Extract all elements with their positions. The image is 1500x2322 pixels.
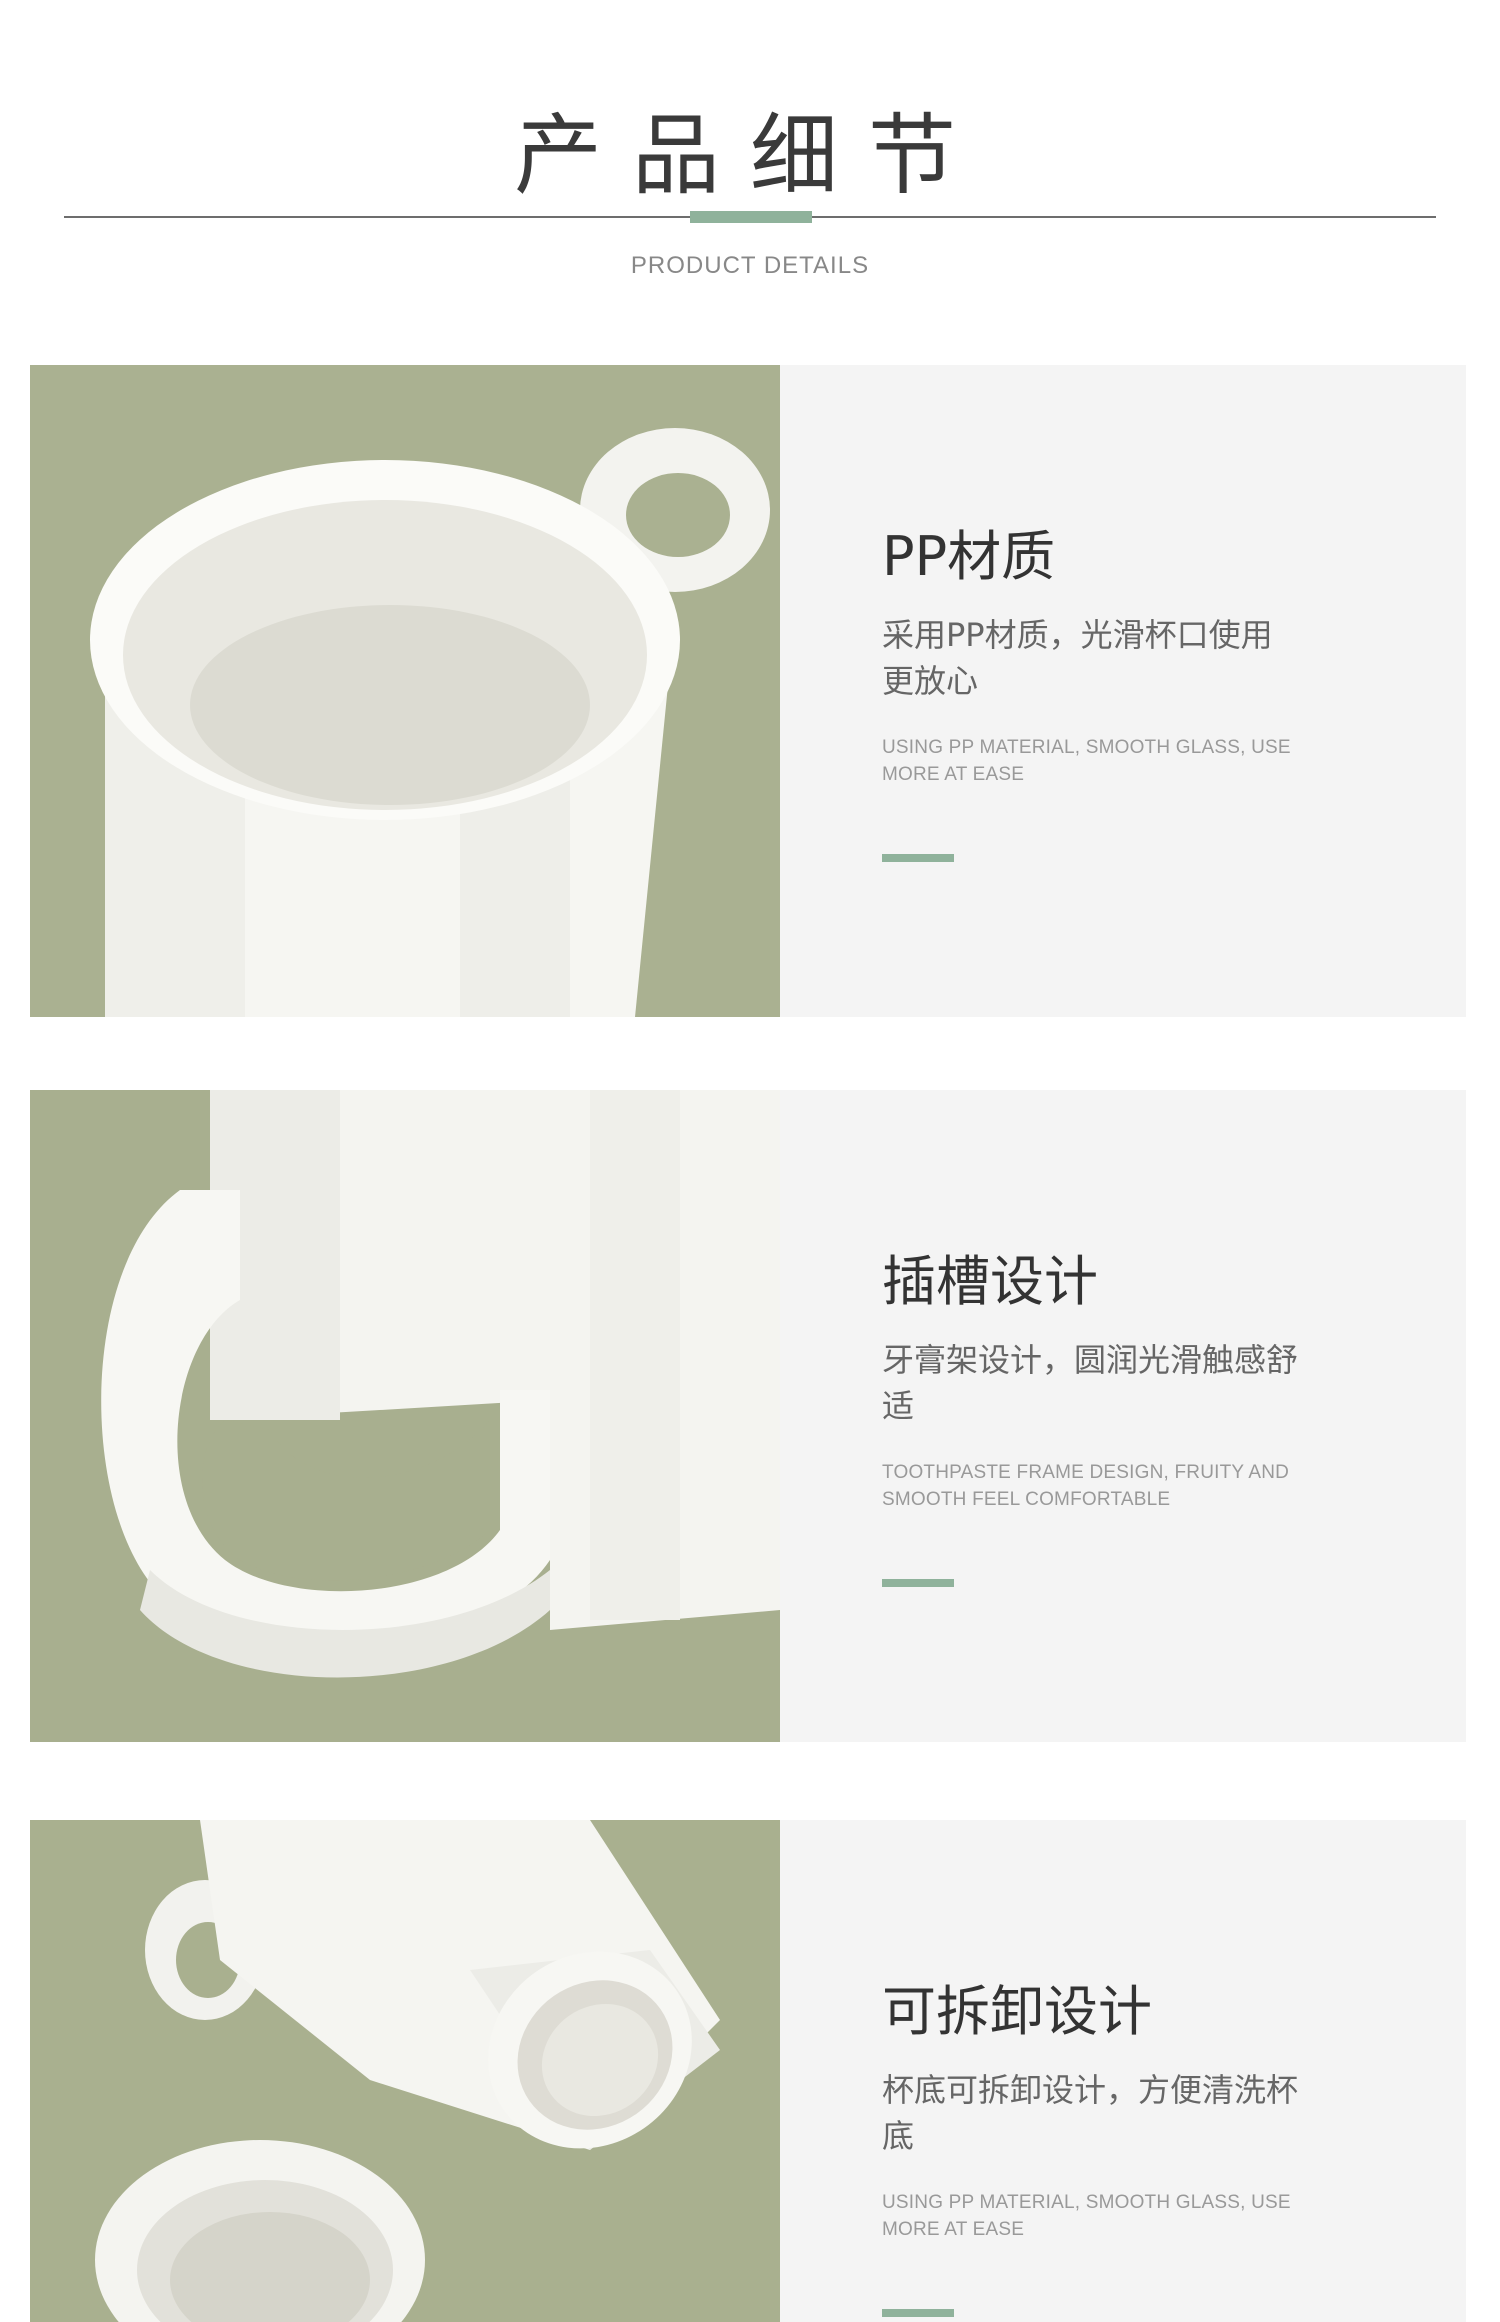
feature-card-pp-material: PP材质 采用PP材质，光滑杯口使用更放心 USING PP MATERIAL,… [30,365,1466,1017]
feature-text: 插槽设计 牙膏架设计，圆润光滑触感舒适 TOOTHPASTE FRAME DES… [882,1255,1302,1587]
feature-description: 杯底可拆卸设计，方便清洗杯底 [882,2071,1299,2155]
feature-description-en: USING PP MATERIAL, SMOOTH GLASS, USE MOR… [882,2192,1291,2240]
feature-text: 可拆卸设计 杯底可拆卸设计，方便清洗杯底 USING PP MATERIAL, … [882,1985,1302,2317]
feature-accent-bar [882,854,954,862]
header-accent-bar [690,211,812,223]
feature-title: PP材质 [882,525,1056,588]
page-title: 产品细节 [513,104,986,207]
feature-description: 采用PP材质，光滑杯口使用更放心 [882,616,1273,700]
feature-accent-bar [882,1579,954,1587]
page-subtitle: PRODUCT DETAILS [630,252,870,279]
feature-description-en: USING PP MATERIAL, SMOOTH GLASS, USE MOR… [882,737,1291,785]
cup-rim-illustration [30,365,780,1017]
feature-card-slot-design: 插槽设计 牙膏架设计，圆润光滑触感舒适 TOOTHPASTE FRAME DES… [30,1090,1466,1742]
cup-rim-photo [30,365,780,1017]
cup-handle-illustration [30,1090,780,1742]
feature-card-detachable-design: 可拆卸设计 杯底可拆卸设计，方便清洗杯底 USING PP MATERIAL, … [30,1820,1466,2322]
cup-bottom-illustration [30,1820,780,2322]
cup-bottom-photo [30,1820,780,2322]
cup-handle-photo [30,1090,780,1742]
feature-description: 牙膏架设计，圆润光滑触感舒适 [882,1341,1299,1425]
feature-text: PP材质 采用PP材质，光滑杯口使用更放心 USING PP MATERIAL,… [882,530,1302,862]
feature-title: 可拆卸设计 [882,1980,1152,2043]
feature-title: 插槽设计 [882,1250,1098,1313]
feature-description-en: TOOTHPASTE FRAME DESIGN, FRUITY AND SMOO… [882,1462,1290,1510]
feature-accent-bar [882,2309,954,2317]
